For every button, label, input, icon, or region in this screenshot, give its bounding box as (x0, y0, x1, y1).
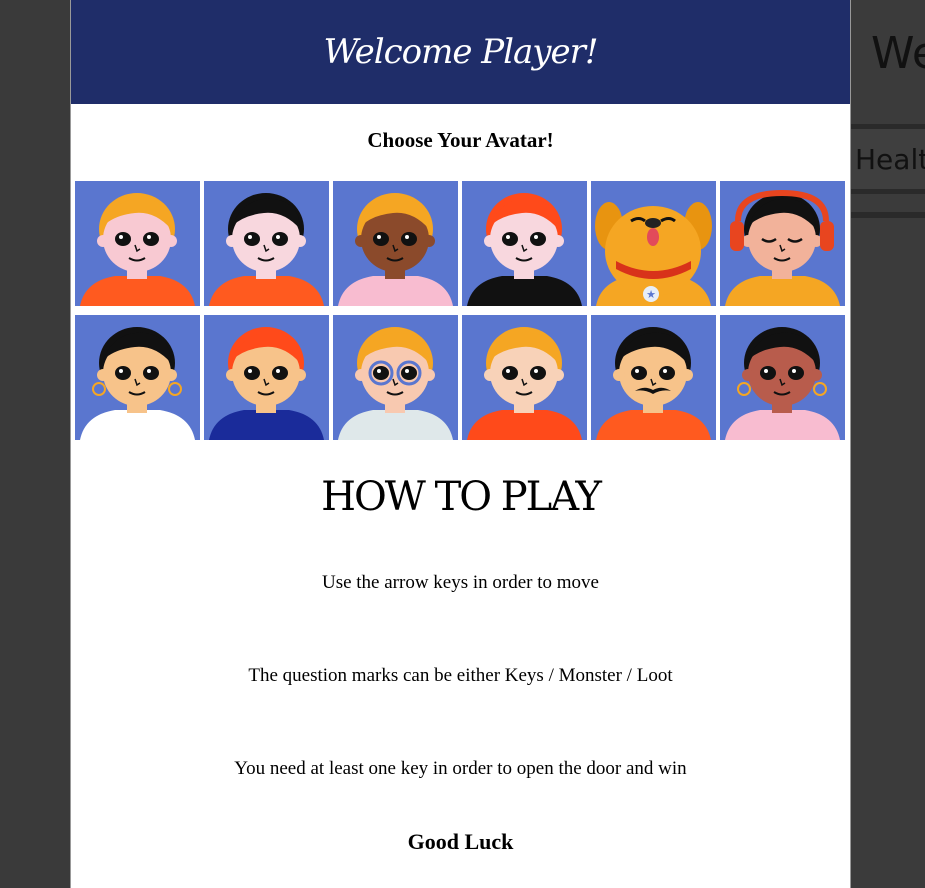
avatar-4[interactable] (462, 181, 587, 306)
modal-title: Welcome Player! (323, 32, 598, 72)
avatar-6[interactable] (720, 181, 845, 306)
choose-avatar-heading: Choose Your Avatar! (367, 128, 554, 152)
background-health-label: Healt (855, 143, 925, 176)
avatar-8[interactable] (204, 315, 329, 440)
background-divider (851, 212, 925, 218)
avatar-7[interactable] (75, 315, 200, 440)
avatar-2[interactable] (204, 181, 329, 306)
avatar-grid: ★ (75, 181, 848, 440)
avatar-1[interactable] (75, 181, 200, 306)
avatar-11[interactable] (591, 315, 716, 440)
avatar-9[interactable] (333, 315, 458, 440)
svg-text:★: ★ (646, 288, 656, 301)
background-game-page: We Healt (851, 0, 925, 888)
rule-key-door: You need at least one key in order to op… (234, 758, 687, 779)
rule-question-marks: The question marks can be either Keys / … (248, 665, 673, 686)
good-luck-text: Good Luck (407, 829, 514, 854)
background-health-panel: Healt (851, 124, 925, 194)
avatar-5[interactable]: ★ (591, 181, 716, 306)
avatar-3[interactable] (333, 181, 458, 306)
rule-move: Use the arrow keys in order to move (321, 572, 599, 593)
background-title: We (871, 28, 925, 79)
how-to-play-title: HOW TO PLAY (321, 474, 602, 520)
modal-header: Welcome Player! (71, 0, 850, 104)
avatar-10[interactable] (462, 315, 587, 440)
avatar-12[interactable] (720, 315, 845, 440)
welcome-modal: Welcome Player! Choose Your Avatar! ★ HO… (70, 0, 851, 888)
